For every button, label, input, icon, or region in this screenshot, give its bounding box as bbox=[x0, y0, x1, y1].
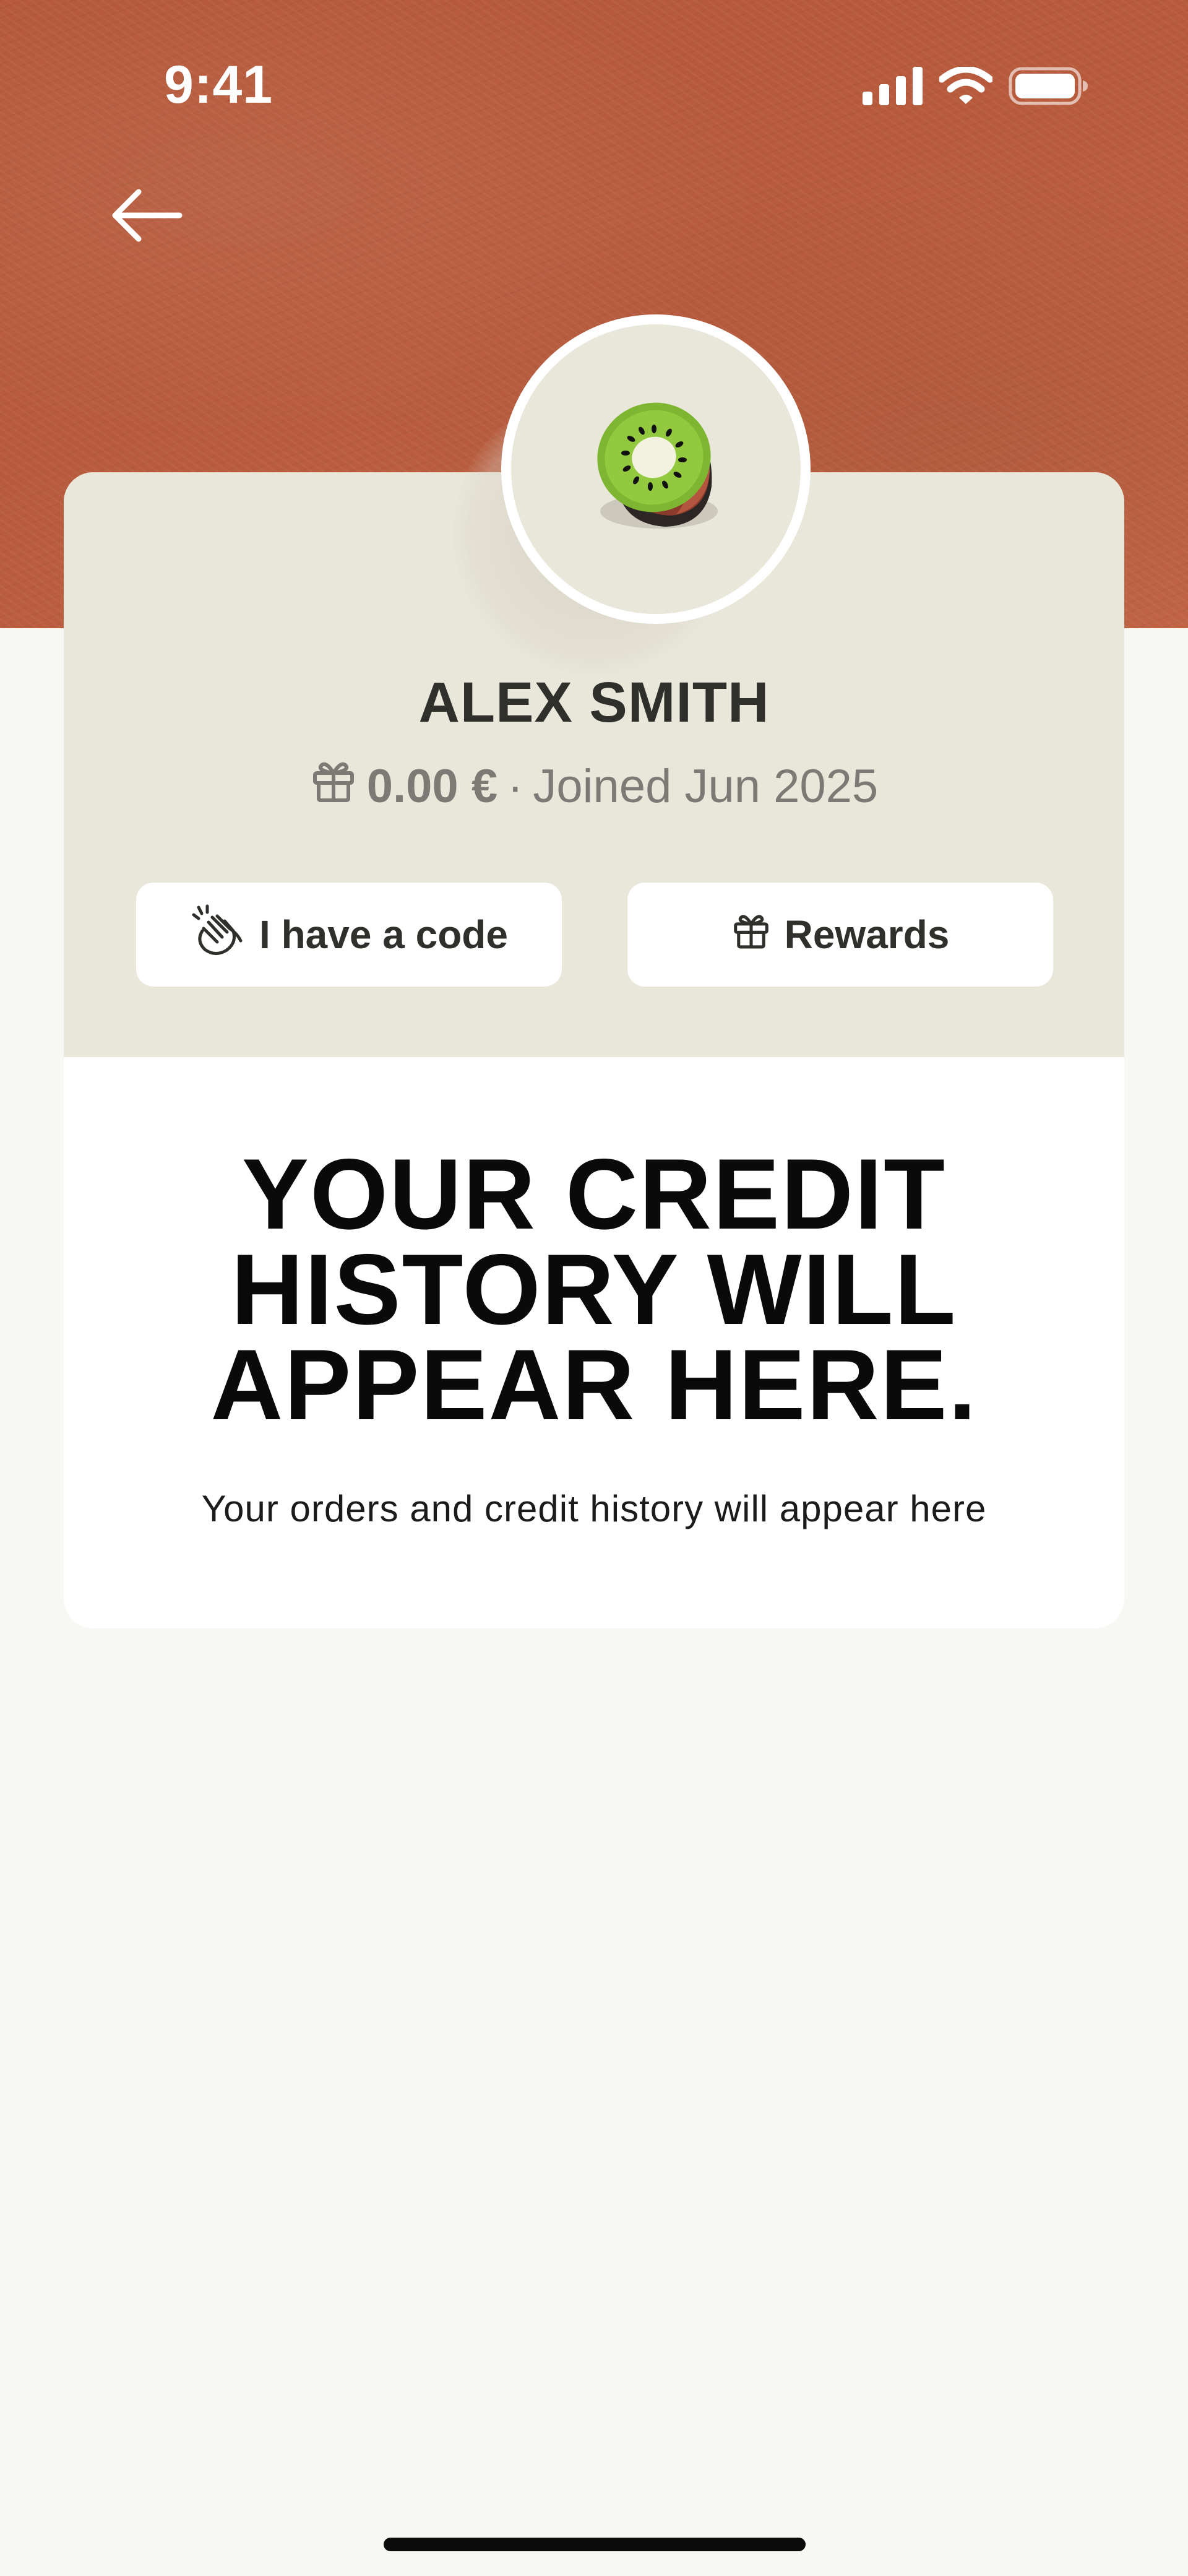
kiwi-icon bbox=[572, 384, 739, 555]
cellular-signal-icon bbox=[863, 67, 923, 108]
credit-balance: 0.00 € bbox=[366, 759, 498, 813]
gift-icon bbox=[310, 757, 357, 815]
have-code-button[interactable]: I have a code bbox=[136, 883, 562, 987]
status-time: 9:41 bbox=[164, 55, 273, 115]
wifi-icon bbox=[938, 66, 994, 108]
empty-state-subtitle: Your orders and credit history will appe… bbox=[201, 1488, 987, 1529]
rewards-button[interactable]: Rewards bbox=[627, 883, 1053, 987]
clapping-hands-icon bbox=[190, 904, 246, 966]
profile-actions: I have a code Rewards bbox=[136, 883, 1053, 987]
profile-card-header: ALEX SMITH 0.00 € · Joined Jun 2025 I ha… bbox=[64, 314, 1124, 1057]
gift-icon bbox=[731, 910, 771, 959]
joined-date: Joined Jun 2025 bbox=[533, 759, 879, 813]
back-button[interactable] bbox=[106, 186, 187, 248]
meta-separator: · bbox=[507, 759, 523, 813]
profile-card: ALEX SMITH 0.00 € · Joined Jun 2025 I ha… bbox=[64, 314, 1124, 1628]
user-name: ALEX SMITH bbox=[418, 671, 770, 734]
home-indicator[interactable] bbox=[384, 2538, 806, 2551]
have-code-label: I have a code bbox=[259, 912, 508, 957]
empty-state-title-line: HISTORY WILL bbox=[231, 1234, 957, 1346]
profile-meta: 0.00 € · Joined Jun 2025 bbox=[64, 757, 1124, 815]
avatar-background bbox=[511, 324, 801, 614]
arrow-left-icon bbox=[110, 187, 183, 247]
empty-state-title-line: YOUR CREDIT bbox=[241, 1138, 947, 1250]
rewards-label: Rewards bbox=[784, 912, 950, 957]
status-bar: 9:41 bbox=[0, 0, 1188, 173]
avatar bbox=[501, 314, 811, 624]
battery-icon bbox=[1009, 67, 1089, 108]
status-icons bbox=[863, 66, 1089, 108]
empty-state-title: YOUR CREDIT HISTORY WILL APPEAR HERE. bbox=[64, 1138, 1124, 1441]
empty-state-title-line: APPEAR HERE. bbox=[210, 1329, 978, 1441]
